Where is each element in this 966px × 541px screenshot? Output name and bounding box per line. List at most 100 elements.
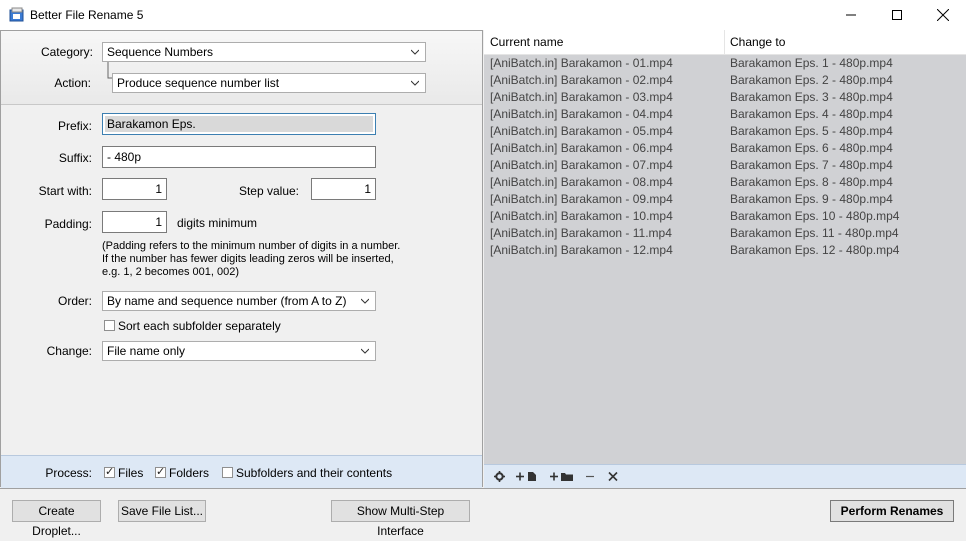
start-with-input[interactable]: 1 bbox=[102, 178, 167, 200]
list-rows: [AniBatch.in] Barakamon - 01.mp4 Barakamo… bbox=[484, 55, 966, 259]
column-divider[interactable] bbox=[724, 30, 725, 54]
list-item[interactable]: [AniBatch.in] Barakamon - 05.mp4 Barakamo… bbox=[484, 123, 966, 140]
maximize-button[interactable] bbox=[874, 0, 920, 30]
files-checkbox[interactable] bbox=[104, 465, 115, 478]
change-to-cell: Barakamon Eps. 4 - 480p.mp4 bbox=[730, 107, 893, 121]
action-select[interactable]: Produce sequence number list bbox=[112, 73, 426, 93]
app-icon bbox=[9, 7, 24, 22]
category-value: Sequence Numbers bbox=[107, 45, 214, 59]
minus-icon[interactable] bbox=[585, 471, 595, 482]
rename-settings-panel: Category: Sequence Numbers Action: Produ… bbox=[0, 30, 483, 488]
category-select[interactable]: Sequence Numbers bbox=[102, 42, 426, 62]
sort-subfolder-checkbox[interactable] bbox=[104, 320, 115, 331]
list-item[interactable]: [AniBatch.in] Barakamon - 10.mp4 Barakamo… bbox=[484, 208, 966, 225]
current-name-cell: [AniBatch.in] Barakamon - 09.mp4 bbox=[490, 192, 673, 206]
window-title: Better File Rename 5 bbox=[30, 8, 144, 22]
chevron-down-icon bbox=[361, 298, 369, 304]
chevron-down-icon bbox=[361, 348, 369, 354]
gear-icon[interactable] bbox=[494, 471, 505, 482]
prefix-label: Prefix: bbox=[57, 119, 92, 133]
close-icon[interactable] bbox=[608, 471, 618, 482]
current-name-cell: [AniBatch.in] Barakamon - 01.mp4 bbox=[490, 56, 673, 70]
prefix-value: Barakamon Eps. bbox=[105, 116, 373, 132]
order-select[interactable]: By name and sequence number (from A to Z… bbox=[102, 291, 376, 311]
chevron-down-icon bbox=[411, 80, 419, 86]
minimize-button[interactable] bbox=[828, 0, 874, 30]
suffix-input[interactable]: - 480p bbox=[102, 146, 376, 168]
maximize-icon bbox=[892, 10, 902, 20]
list-item[interactable]: [AniBatch.in] Barakamon - 12.mp4 Barakamo… bbox=[484, 242, 966, 259]
subfolders-checkbox[interactable] bbox=[222, 467, 233, 478]
list-item[interactable]: [AniBatch.in] Barakamon - 07.mp4 Barakamo… bbox=[484, 157, 966, 174]
perform-renames-button[interactable]: Perform Renames bbox=[830, 500, 954, 522]
title-bar: Better File Rename 5 bbox=[0, 0, 966, 30]
close-icon bbox=[937, 9, 949, 21]
action-label: Action: bbox=[54, 76, 91, 90]
action-value: Produce sequence number list bbox=[117, 76, 280, 90]
step-value-input[interactable]: 1 bbox=[311, 178, 376, 200]
change-to-cell: Barakamon Eps. 9 - 480p.mp4 bbox=[730, 192, 893, 206]
list-item[interactable]: [AniBatch.in] Barakamon - 06.mp4 Barakamo… bbox=[484, 140, 966, 157]
padding-input[interactable]: 1 bbox=[102, 211, 167, 233]
padding-note-line2: If the number has fewer digits leading z… bbox=[102, 253, 394, 265]
current-name-cell: [AniBatch.in] Barakamon - 10.mp4 bbox=[490, 209, 673, 223]
current-name-cell: [AniBatch.in] Barakamon - 11.mp4 bbox=[490, 226, 672, 240]
change-select[interactable]: File name only bbox=[102, 341, 376, 361]
change-to-cell: Barakamon Eps. 11 - 480p.mp4 bbox=[730, 226, 899, 240]
current-name-cell: [AniBatch.in] Barakamon - 06.mp4 bbox=[490, 141, 673, 155]
change-to-cell: Barakamon Eps. 5 - 480p.mp4 bbox=[730, 124, 893, 138]
list-item[interactable]: [AniBatch.in] Barakamon - 04.mp4 Barakamo… bbox=[484, 106, 966, 123]
current-name-cell: [AniBatch.in] Barakamon - 04.mp4 bbox=[490, 107, 673, 121]
change-to-cell: Barakamon Eps. 1 - 480p.mp4 bbox=[730, 56, 893, 70]
chevron-down-icon bbox=[411, 49, 419, 55]
prefix-input[interactable]: Barakamon Eps. bbox=[102, 113, 376, 135]
list-item[interactable]: [AniBatch.in] Barakamon - 09.mp4 Barakamo… bbox=[484, 191, 966, 208]
change-to-cell: Barakamon Eps. 12 - 480p.mp4 bbox=[730, 243, 900, 257]
change-to-cell: Barakamon Eps. 6 - 480p.mp4 bbox=[730, 141, 893, 155]
add-file-icon[interactable] bbox=[516, 471, 538, 482]
file-list[interactable]: Current name Change to [AniBatch.in] Bar… bbox=[484, 30, 966, 464]
current-name-cell: [AniBatch.in] Barakamon - 05.mp4 bbox=[490, 124, 673, 138]
process-bar: Process: Files Folders Subfolders and th… bbox=[1, 455, 482, 488]
list-toolbar bbox=[484, 464, 966, 488]
list-header: Current name Change to bbox=[484, 30, 966, 55]
column-current-name[interactable]: Current name bbox=[490, 35, 563, 49]
list-item[interactable]: [AniBatch.in] Barakamon - 11.mp4 Barakamo… bbox=[484, 225, 966, 242]
order-label: Order: bbox=[57, 294, 92, 308]
change-label: Change: bbox=[46, 344, 92, 358]
current-name-cell: [AniBatch.in] Barakamon - 08.mp4 bbox=[490, 175, 673, 189]
current-name-cell: [AniBatch.in] Barakamon - 03.mp4 bbox=[490, 90, 673, 104]
current-name-cell: [AniBatch.in] Barakamon - 07.mp4 bbox=[490, 158, 673, 172]
list-item[interactable]: [AniBatch.in] Barakamon - 02.mp4 Barakamo… bbox=[484, 72, 966, 89]
add-folder-icon[interactable] bbox=[550, 471, 574, 482]
padding-label: Padding: bbox=[44, 217, 92, 231]
current-name-cell: [AniBatch.in] Barakamon - 12.mp4 bbox=[490, 243, 673, 257]
folders-checkbox[interactable] bbox=[155, 465, 166, 478]
change-value: File name only bbox=[107, 344, 186, 358]
column-change-to[interactable]: Change to bbox=[730, 35, 785, 49]
list-item[interactable]: [AniBatch.in] Barakamon - 08.mp4 Barakamo… bbox=[484, 174, 966, 191]
padding-note-line1: (Padding refers to the minimum number of… bbox=[102, 240, 401, 252]
save-file-list-button[interactable]: Save File List... bbox=[118, 500, 206, 522]
padding-note-line3: e.g. 1, 2 becomes 001, 002) bbox=[102, 266, 239, 278]
change-to-cell: Barakamon Eps. 2 - 480p.mp4 bbox=[730, 73, 893, 87]
change-to-cell: Barakamon Eps. 8 - 480p.mp4 bbox=[730, 175, 893, 189]
list-item[interactable]: [AniBatch.in] Barakamon - 01.mp4 Barakamo… bbox=[484, 55, 966, 72]
suffix-label: Suffix: bbox=[58, 151, 92, 165]
start-with-label: Start with: bbox=[38, 184, 92, 198]
files-label: Files bbox=[118, 466, 144, 480]
change-to-cell: Barakamon Eps. 7 - 480p.mp4 bbox=[730, 158, 893, 172]
close-window-button[interactable] bbox=[920, 0, 966, 30]
bottom-bar: Create Droplet... Save File List... Show… bbox=[0, 488, 966, 538]
change-to-cell: Barakamon Eps. 10 - 480p.mp4 bbox=[730, 209, 900, 223]
list-item[interactable]: [AniBatch.in] Barakamon - 03.mp4 Barakamo… bbox=[484, 89, 966, 106]
padding-suffix-label: digits minimum bbox=[177, 216, 258, 230]
category-section: Category: Sequence Numbers Action: Produ… bbox=[1, 31, 482, 105]
subfolders-label: Subfolders and their contents bbox=[236, 466, 393, 480]
show-multistep-button[interactable]: Show Multi-Step Interface bbox=[331, 500, 470, 538]
create-droplet-button[interactable]: Create Droplet... bbox=[12, 500, 101, 538]
step-value-label: Step value: bbox=[238, 184, 299, 198]
category-label: Category: bbox=[40, 45, 93, 59]
current-name-cell: [AniBatch.in] Barakamon - 02.mp4 bbox=[490, 73, 673, 87]
change-to-cell: Barakamon Eps. 3 - 480p.mp4 bbox=[730, 90, 893, 104]
